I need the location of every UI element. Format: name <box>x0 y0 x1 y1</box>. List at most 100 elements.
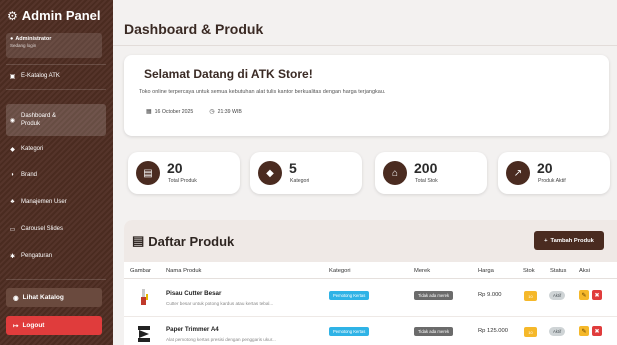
stat-value: 20 <box>537 160 553 176</box>
stat-card-total-stok: ⌂ 200 Total Stok <box>375 152 487 194</box>
product-price: Rp 9.000 <box>478 292 502 298</box>
user-box: ● Administrator Sedang login <box>6 33 102 58</box>
divider <box>113 45 617 46</box>
sidebar-item-carousel[interactable]: ▭ Carousel Slides <box>6 224 106 234</box>
sidebar-item-kategori[interactable]: ◆ Kategori <box>6 144 106 154</box>
stat-label: Total Stok <box>415 178 438 184</box>
stat-card-kategori: ◆ 5 Kategori <box>250 152 362 194</box>
col-header: Nama Produk <box>166 268 202 274</box>
view-catalog-button[interactable]: ◉ Lihat Katalog <box>6 288 102 307</box>
user-icon: ● <box>10 36 14 42</box>
trend-icon: ↗ <box>506 161 530 185</box>
stat-value: 5 <box>289 160 297 176</box>
brand-title: Admin Panel <box>21 8 101 23</box>
sidebar-item-label: Kategori <box>21 146 44 152</box>
sidebar-item-label: Dashboard & Produk <box>21 113 57 127</box>
products-title-text: Daftar Produk <box>148 233 235 249</box>
divider <box>6 89 106 90</box>
sidebar-item-label: Carousel Slides <box>21 226 64 232</box>
stat-card-total-produk: ▤ 20 Total Produk <box>128 152 240 194</box>
calendar-icon: ▦ <box>146 109 152 115</box>
clock-icon: ◷ <box>209 109 215 115</box>
welcome-meta: ▦ 16 October 2025 ◷ 21:39 WIB <box>146 108 242 115</box>
gauge-icon: ◉ <box>9 117 16 124</box>
stat-value: 20 <box>167 160 183 176</box>
stat-label: Total Produk <box>168 178 197 184</box>
sidebar-item-label: Pengaturan <box>21 253 53 259</box>
divider <box>124 278 617 279</box>
current-time: 21:39 WIB <box>217 109 242 115</box>
logout-icon: ↦ <box>13 322 19 330</box>
stat-label: Produk Aktif <box>538 178 566 184</box>
slides-icon: ▭ <box>9 226 16 233</box>
category-badge: Pemotong Kertas <box>329 327 370 336</box>
box-icon: ▤ <box>136 161 160 185</box>
sidebar: ⚙ Admin Panel ● Administrator Sedang logi… <box>0 0 113 345</box>
edit-icon[interactable]: ✎ <box>579 326 589 336</box>
sidebar-item-dashboard[interactable]: ◉ Dashboard & Produk <box>6 104 106 136</box>
label-icon: ◗ <box>10 172 15 178</box>
products-panel: ▤ Daftar Produk + Tambah Produk Gambar N… <box>124 220 617 345</box>
product-name: Paper Trimmer A4 <box>166 326 219 333</box>
edit-icon[interactable]: ✎ <box>579 290 589 300</box>
logout-label: Logout <box>22 322 45 329</box>
sidebar-item-label: Manajemen User <box>21 199 67 205</box>
eye-icon: ◉ <box>13 294 19 302</box>
welcome-description: Toko online terpercaya untuk semua kebut… <box>139 89 386 95</box>
sidebar-item-brand[interactable]: ◗ Brand <box>6 170 106 180</box>
gear-icon: ✱ <box>9 253 16 260</box>
sidebar-section: ▣ E-Katalog ATK <box>6 71 106 81</box>
view-catalog-label: Lihat Katalog <box>22 294 64 301</box>
products-panel-header: ▤ Daftar Produk + Tambah Produk <box>124 220 617 262</box>
col-header: Stok <box>523 268 535 274</box>
product-desc: Alat pemotong kertas presisi dengan peng… <box>166 337 276 342</box>
col-header: Aksi <box>579 268 590 274</box>
store-icon: ▣ <box>9 73 16 80</box>
status-badge: Aktif <box>549 327 566 336</box>
sidebar-item-settings[interactable]: ✱ Pengaturan <box>6 251 106 261</box>
products-panel-title: ▤ Daftar Produk <box>132 233 234 249</box>
plus-icon: + <box>544 237 548 244</box>
warehouse-icon: ⌂ <box>383 161 407 185</box>
product-name: Pisau Cutter Besar <box>166 290 222 297</box>
stat-label: Kategori <box>290 178 310 184</box>
sidebar-item-label: Brand <box>21 172 38 178</box>
stock-badge: 10 <box>524 291 537 301</box>
stat-card-produk-aktif: ↗ 20 Produk Aktif <box>498 152 610 194</box>
user-name: Administrator <box>15 36 52 42</box>
col-header: Status <box>550 268 567 274</box>
col-header: Kategori <box>329 268 351 274</box>
product-desc: Cutter besar untuk potong kardus atau ke… <box>166 301 274 306</box>
welcome-heading: Selamat Datang di ATK Store! <box>144 67 313 81</box>
product-price: Rp 125.000 <box>478 328 508 334</box>
divider <box>124 316 617 317</box>
box-icon: ▤ <box>132 233 145 248</box>
sidebar-item-users[interactable]: ♣ Manajemen User <box>6 197 106 207</box>
category-badge: Pemotong Kertas <box>329 291 370 300</box>
add-product-label: Tambah Produk <box>550 237 594 244</box>
divider <box>6 279 106 280</box>
tags-icon: ◆ <box>258 161 282 185</box>
status-badge: Aktif <box>549 291 566 300</box>
product-image <box>141 289 148 305</box>
add-product-button[interactable]: + Tambah Produk <box>534 231 604 250</box>
welcome-card: Selamat Datang di ATK Store! Toko online… <box>124 55 609 136</box>
brand-badge: Tidak ada merek <box>414 327 454 336</box>
users-icon: ♣ <box>10 199 15 205</box>
page-title: Dashboard & Produk <box>124 21 264 37</box>
stock-badge: 10 <box>524 327 537 337</box>
current-date: 16 October 2025 <box>154 109 194 115</box>
stat-value: 200 <box>414 160 438 176</box>
sidebar-section-label: E-Katalog ATK <box>21 73 60 79</box>
user-status: Sedang login <box>10 43 37 48</box>
gears-icon: ⚙ <box>7 8 18 23</box>
logout-button[interactable]: ↦ Logout <box>6 316 102 335</box>
trash-icon[interactable]: ✖ <box>592 290 602 300</box>
product-image <box>138 326 150 342</box>
tag-icon: ◆ <box>10 146 15 153</box>
divider <box>6 64 106 65</box>
brand-badge: Tidak ada merek <box>414 291 454 300</box>
col-header: Harga <box>478 268 494 274</box>
trash-icon[interactable]: ✖ <box>592 326 602 336</box>
col-header: Gambar <box>130 268 151 274</box>
